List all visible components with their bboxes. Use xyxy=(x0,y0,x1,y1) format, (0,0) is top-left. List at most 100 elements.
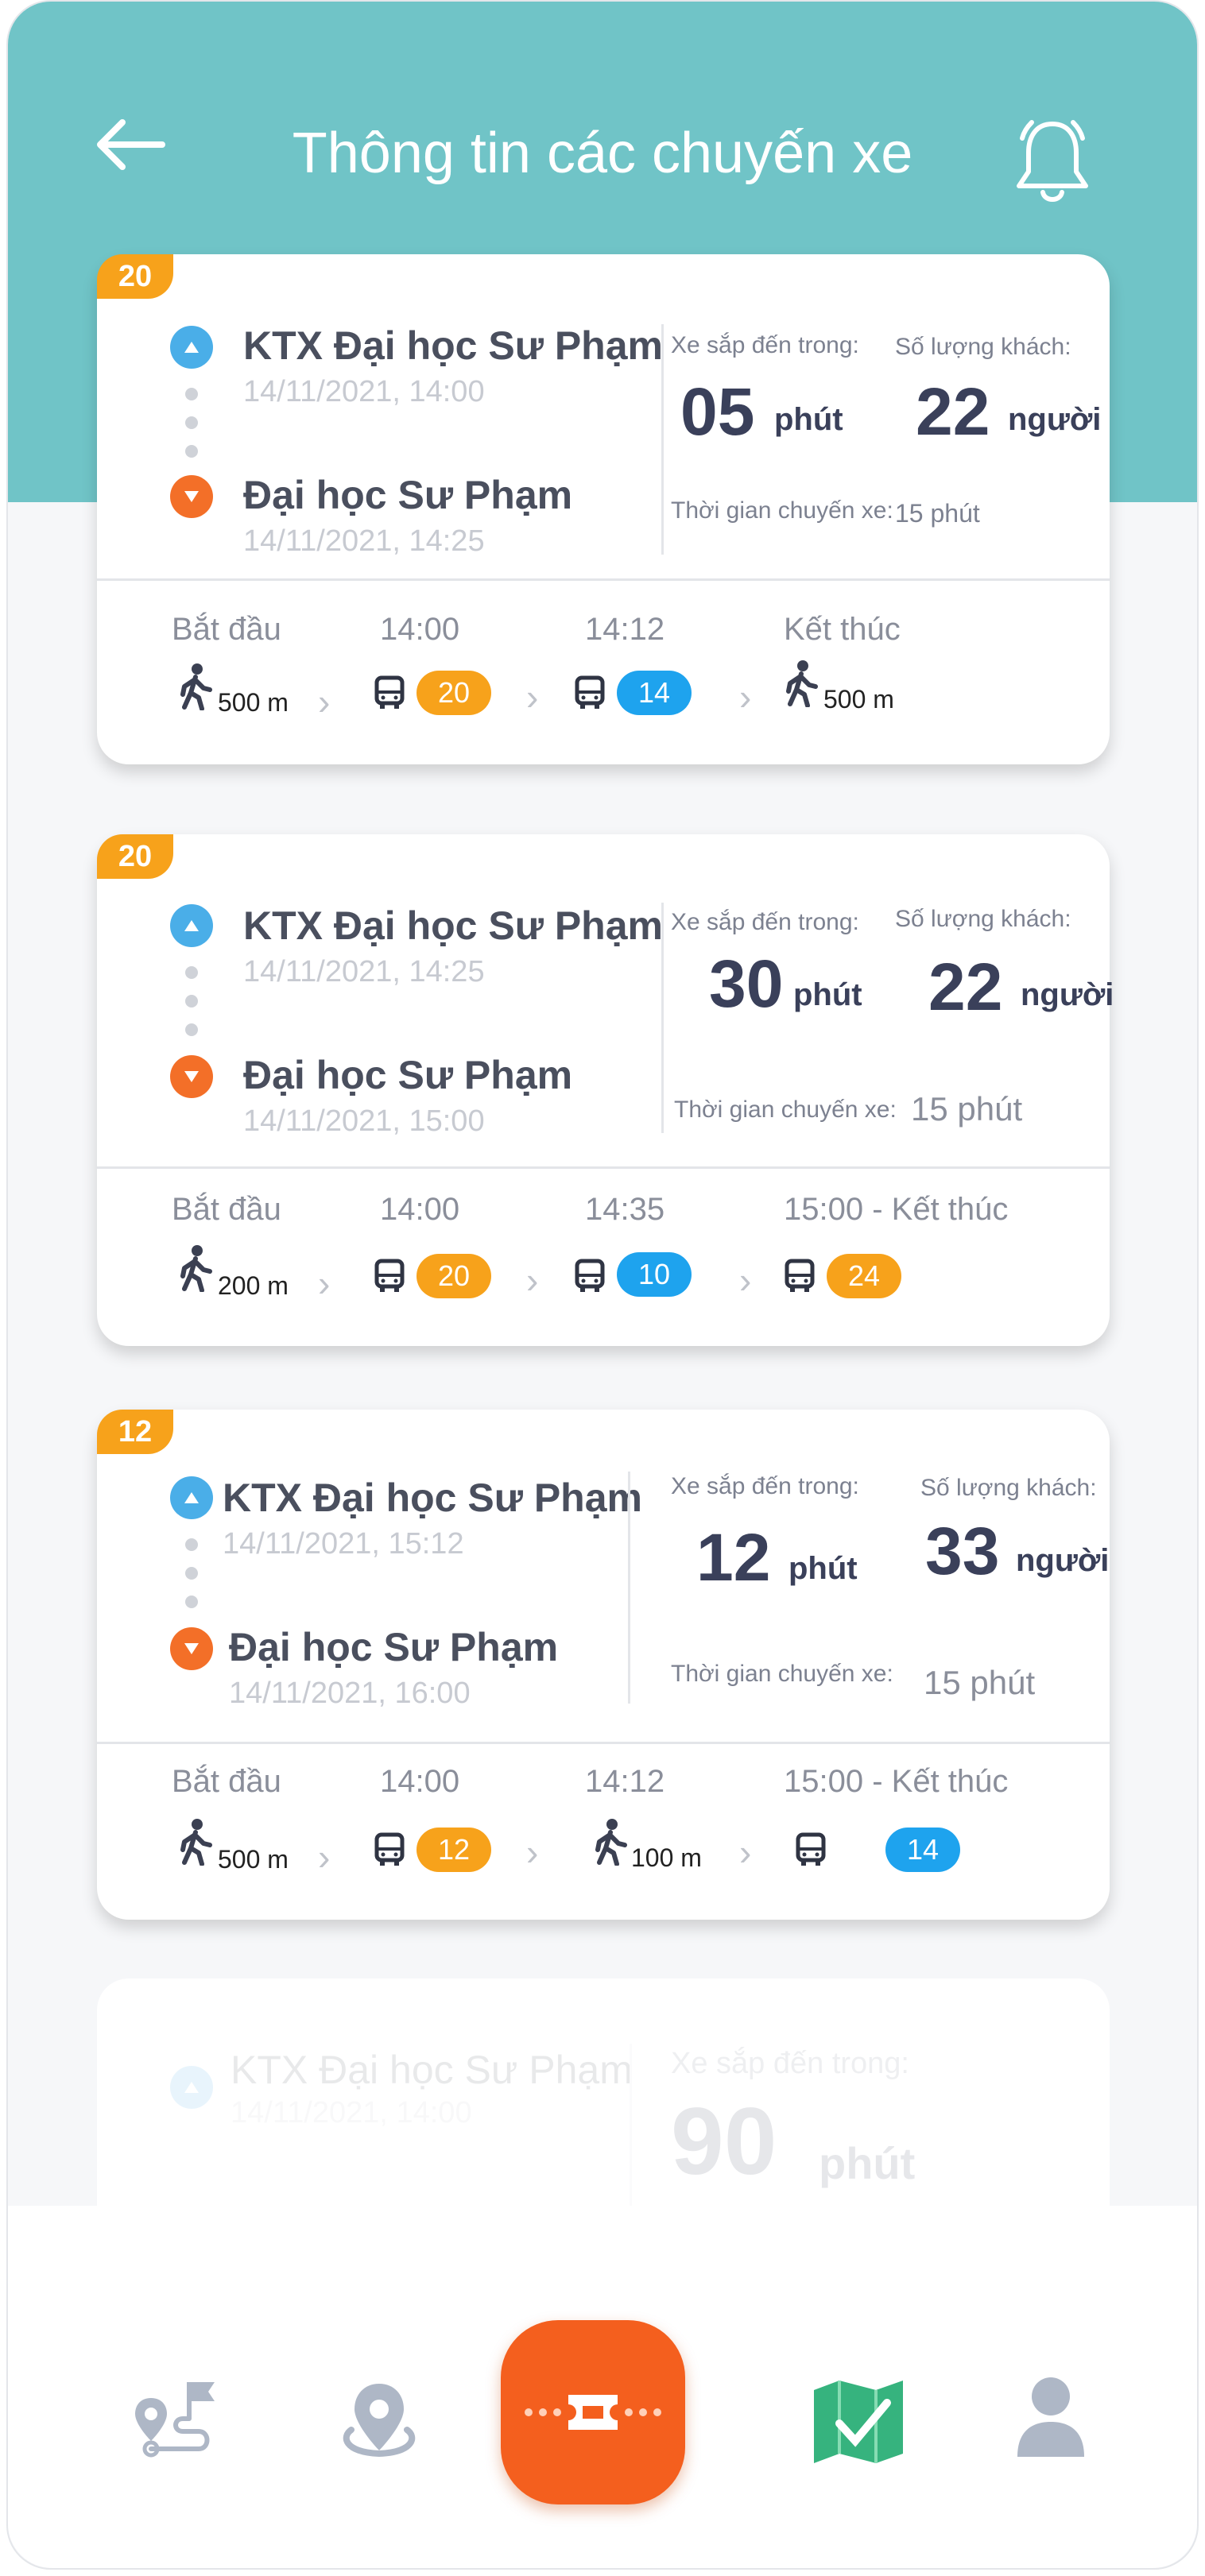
timeline-label: 15:00 - Kết thúc xyxy=(784,1764,1009,1799)
destination-name: Đại học Sư Phạm xyxy=(243,473,573,517)
map-pin-icon xyxy=(343,2384,416,2458)
nav-route-planner[interactable] xyxy=(127,2374,223,2474)
bus-icon xyxy=(575,1259,605,1292)
minutes-unit: phút xyxy=(774,402,843,437)
notification-button[interactable] xyxy=(1011,116,1098,211)
trip-card[interactable]: 20 KTX Đại học Sư Phạm 14/11/2021, 14:00… xyxy=(97,254,1110,764)
card-divider xyxy=(97,1166,1110,1169)
timeline-label: Bắt đầu xyxy=(172,1764,281,1799)
bus-icon xyxy=(575,675,605,709)
bus-route-pill[interactable]: 20 xyxy=(417,1254,491,1298)
route-dot xyxy=(185,416,198,429)
origin-name: KTX Đại học Sư Phạm xyxy=(231,2048,633,2092)
timeline-label: Bắt đầu xyxy=(172,1192,281,1227)
origin-time: 14/11/2021, 14:00 xyxy=(231,2096,472,2129)
origin-name: KTX Đại học Sư Phạm xyxy=(243,323,663,368)
chevron-right-icon: › xyxy=(526,676,539,717)
chevron-right-icon: › xyxy=(318,1263,331,1304)
walk-icon xyxy=(180,663,212,710)
nav-profile[interactable] xyxy=(1011,2373,1091,2464)
timeline-label: 14:12 xyxy=(585,612,665,647)
destination-marker-icon xyxy=(170,475,213,518)
walk-icon xyxy=(595,1819,627,1866)
passenger-count: 33 xyxy=(925,1514,1000,1588)
bus-route-pill[interactable]: 14 xyxy=(617,671,692,715)
card-divider xyxy=(97,1742,1110,1744)
trip-duration: 15 phút xyxy=(895,499,980,528)
trip-time-label: Thời gian chuyến xe: xyxy=(671,497,893,524)
people-unit: người xyxy=(1016,1543,1110,1578)
passengers-label: Số lượng khách: xyxy=(920,1475,1097,1501)
timeline-label: 14:00 xyxy=(380,612,460,647)
card-divider xyxy=(97,578,1110,581)
trip-time-label: Thời gian chuyến xe: xyxy=(674,1097,897,1123)
chevron-right-icon: › xyxy=(739,1831,752,1873)
bus-icon xyxy=(785,1259,815,1292)
trip-card[interactable]: 20 KTX Đại học Sư Phạm 14/11/2021, 14:25… xyxy=(97,834,1114,1346)
bus-icon xyxy=(796,1832,826,1866)
divider xyxy=(661,903,664,1133)
trip-time-label: Thời gian chuyến xe: xyxy=(671,1661,893,1687)
chevron-right-icon: › xyxy=(318,681,331,722)
bus-route-pill[interactable]: 14 xyxy=(885,1828,960,1872)
bus-route-pill[interactable]: 10 xyxy=(617,1252,692,1297)
walk-distance: 500 m xyxy=(823,685,894,714)
bus-route-pill[interactable]: 12 xyxy=(417,1828,491,1872)
arriving-label: Xe sắp đến trong: xyxy=(671,909,859,935)
bus-icon xyxy=(374,675,405,709)
walk-icon xyxy=(786,660,818,707)
trip-card[interactable]: 12 KTX Đại học Sư Phạm 14/11/2021, 15:12… xyxy=(97,1410,1110,1920)
walk-distance: 100 m xyxy=(631,1843,702,1872)
chevron-right-icon: › xyxy=(739,676,752,717)
user-icon xyxy=(1017,2377,1084,2457)
app-screen: Thông tin các chuyến xe 20 KTX Đại học S… xyxy=(6,0,1199,2570)
minutes-unit: phút xyxy=(788,1551,858,1586)
destination-name: Đại học Sư Phạm xyxy=(229,1625,559,1669)
route-badge: 20 xyxy=(97,834,173,879)
timeline-label: 14:12 xyxy=(585,1764,665,1799)
map-icon xyxy=(814,2381,903,2463)
chevron-right-icon: › xyxy=(526,1259,539,1301)
arriving-label: Xe sắp đến trong: xyxy=(671,2047,909,2080)
bus-icon xyxy=(374,1259,405,1292)
route-planner-icon xyxy=(135,2382,215,2458)
arrive-minutes: 30 xyxy=(709,946,784,1021)
divider xyxy=(661,324,664,555)
trip-duration: 15 phút xyxy=(924,1664,1036,1701)
bus-route-pill[interactable]: 24 xyxy=(827,1254,901,1298)
ticket-icon xyxy=(525,2395,661,2430)
route-dot xyxy=(185,1567,198,1580)
arriving-label: Xe sắp đến trong: xyxy=(671,1473,859,1499)
origin-marker-icon xyxy=(170,904,213,947)
walk-distance: 200 m xyxy=(218,1271,289,1300)
walk-distance: 500 m xyxy=(218,688,289,717)
nav-map[interactable] xyxy=(808,2374,909,2474)
destination-marker-icon xyxy=(170,1055,213,1098)
timeline-label: 14:35 xyxy=(585,1192,665,1227)
origin-marker-icon xyxy=(170,1476,213,1519)
bus-route-pill[interactable]: 20 xyxy=(417,671,491,715)
people-unit: người xyxy=(1008,402,1102,437)
chevron-right-icon: › xyxy=(739,1259,752,1301)
chevron-right-icon: › xyxy=(526,1831,539,1873)
passengers-label: Số lượng khách: xyxy=(895,906,1071,932)
walk-icon xyxy=(180,1819,212,1866)
timeline-label: Kết thúc xyxy=(784,612,901,647)
timeline-label: 14:00 xyxy=(380,1764,460,1799)
route-badge: 20 xyxy=(97,254,173,299)
origin-name: KTX Đại học Sư Phạm xyxy=(243,903,663,948)
chevron-right-icon: › xyxy=(318,1836,331,1878)
timeline-label: 14:00 xyxy=(380,1192,460,1227)
destination-time: 14/11/2021, 16:00 xyxy=(229,1677,471,1710)
walk-icon xyxy=(180,1245,212,1292)
passengers-label: Số lượng khách: xyxy=(895,334,1071,360)
route-dot xyxy=(185,1538,198,1551)
arrive-minutes: 05 xyxy=(680,374,755,449)
nav-tickets[interactable] xyxy=(501,2320,685,2504)
origin-time: 14/11/2021, 14:25 xyxy=(243,955,485,988)
origin-name: KTX Đại học Sư Phạm xyxy=(223,1476,642,1520)
destination-marker-icon xyxy=(170,1627,213,1670)
walk-distance: 500 m xyxy=(218,1845,289,1874)
nav-locations[interactable] xyxy=(335,2376,423,2467)
destination-time: 14/11/2021, 14:25 xyxy=(243,524,485,558)
